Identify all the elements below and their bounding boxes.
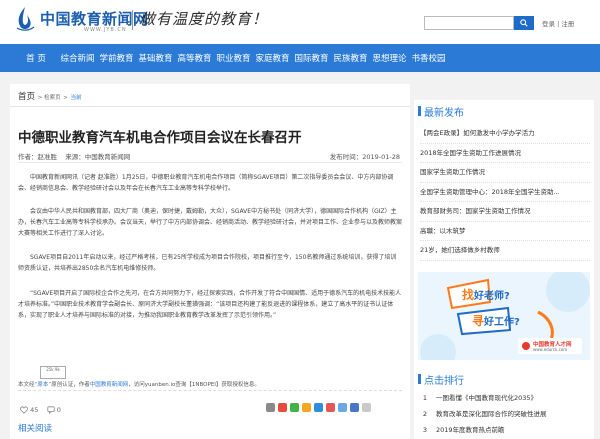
page-title: 中德职业教育汽车机电合作项目会议在长春召开 bbox=[18, 130, 302, 146]
site-header: 中国教育新闻网 WWW.JYB.CN 做有温度的教育！ 登录 | 注册 bbox=[0, 0, 600, 44]
nav-item-ethnic[interactable]: 民族教育 bbox=[331, 52, 370, 64]
breadcrumb-home[interactable]: 首页 bbox=[18, 92, 35, 102]
ad-brand-url: www.edurck.com bbox=[533, 347, 568, 352]
wechat-icon[interactable] bbox=[290, 403, 299, 412]
article-paragraph: 中国教育新闻网讯（记者 赵准胜）1月25日，中德职业教育汽车机电合作项目（简称S… bbox=[18, 174, 394, 192]
breadcrumb-section[interactable]: > 检索页 bbox=[38, 95, 61, 101]
divider bbox=[18, 390, 402, 391]
copyright-tail: ，访问yuanben.io查询【1NBOPEI】获取授权信息。 bbox=[128, 382, 260, 388]
latest-list: 【两会E政录】如何激发中小学办学活力 2018年全国学生资助工作进展情况 国家学… bbox=[420, 124, 590, 261]
copyright-prefix: 本文经 bbox=[18, 382, 35, 388]
rank-list: 1 一图看懂《中国教育现代化2035》 2 教育改革是深化国际合作的突破性进展 … bbox=[420, 390, 590, 438]
main-nav: 首 页 综合新闻 学前教育 基础教育 高等教育 职业教育 家庭教育 国际教育 民… bbox=[0, 44, 600, 72]
logo-icon[interactable] bbox=[14, 6, 36, 32]
like-count: 45 bbox=[30, 406, 39, 414]
breadcrumb-current: 当前 bbox=[70, 95, 82, 101]
rank-text: 一图看懂《中国教育现代化2035》 bbox=[436, 394, 538, 402]
copyright-stamp: 25k 9k bbox=[40, 366, 66, 379]
nav-item-campus[interactable]: 书香校园 bbox=[409, 52, 448, 64]
ad-line-2: 好老师? bbox=[474, 291, 510, 302]
article-date: 发布时间：2019-01-28 bbox=[329, 153, 400, 161]
article-actions: 45 0 bbox=[20, 406, 61, 414]
search-input[interactable] bbox=[424, 16, 514, 30]
comment-icon[interactable] bbox=[47, 406, 55, 414]
logo-url: WWW.JYB.CN bbox=[84, 27, 127, 33]
separator: | bbox=[557, 20, 560, 28]
copyright-brand[interactable]: “原本” bbox=[35, 382, 52, 388]
heading-accent bbox=[418, 106, 421, 116]
search-button[interactable] bbox=[514, 16, 534, 30]
rank-number: 3 bbox=[422, 426, 428, 434]
rank-heading: 点击排行 bbox=[414, 368, 594, 388]
rank-text: 教育改革是深化国际合作的突破性进展 bbox=[436, 410, 547, 418]
auth-links: 登录 | 注册 bbox=[542, 18, 574, 28]
slogan: 做有温度的教育！ bbox=[140, 10, 269, 28]
nav-item-higher[interactable]: 高等教育 bbox=[175, 52, 214, 64]
rank-item[interactable]: 2 教育改革是深化国际合作的突破性进展 bbox=[420, 406, 590, 422]
nav-item-basic[interactable]: 基础教育 bbox=[136, 52, 175, 64]
article-panel: 首页 > 检索页 > 当前 中德职业教育汽车机电合作项目会议在长春召开 作者：赵… bbox=[10, 84, 410, 439]
search-icon bbox=[520, 19, 528, 27]
tencent-weibo-icon[interactable] bbox=[338, 403, 347, 412]
breadcrumb-sep: > bbox=[63, 95, 68, 101]
nav-item-news[interactable]: 综合新闻 bbox=[58, 52, 97, 64]
nav-item-preschool[interactable]: 学前教育 bbox=[97, 52, 136, 64]
list-item[interactable]: 【两会E政录】如何激发中小学办学活力 bbox=[420, 124, 590, 144]
heading-accent bbox=[418, 374, 421, 384]
latest-heading: 最新发布 bbox=[414, 100, 594, 120]
list-item[interactable]: 教育部财务司：国家学生资助工作情况 bbox=[420, 202, 590, 222]
ad-line-3: 寻 bbox=[472, 314, 485, 328]
nav-item-international[interactable]: 国际教育 bbox=[292, 52, 331, 64]
article-paragraph: SGAVE项目自2011年启动以来，经过严格考核，已有25所学校成为项目合作院校… bbox=[18, 254, 397, 272]
rank-item[interactable]: 3 2019年度教育热点前瞻 bbox=[420, 422, 590, 438]
nav-item-vocational[interactable]: 职业教育 bbox=[214, 52, 253, 64]
list-item[interactable]: 21岁，她们选择做乡村教师 bbox=[420, 241, 590, 261]
divider bbox=[18, 162, 402, 163]
rank-number: 2 bbox=[422, 410, 428, 418]
login-link[interactable]: 登录 bbox=[542, 20, 555, 28]
article-paragraph: “SGAVE项目开启了国际校企合作之先河，在合方共同努力下，经过探索实践，合作开… bbox=[18, 290, 402, 319]
copyright-author[interactable]: 中国教育新闻网 bbox=[90, 382, 129, 388]
list-item[interactable]: 2018年全国学生资助工作进展情况 bbox=[420, 144, 590, 163]
sidebar: 最新发布 【两会E政录】如何激发中小学办学活力 2018年全国学生资助工作进展情… bbox=[414, 100, 594, 439]
renren-icon[interactable] bbox=[350, 403, 359, 412]
copyright-mid: 原创认证，作者 bbox=[51, 382, 90, 388]
rank-item[interactable]: 1 一图看懂《中国教育现代化2035》 bbox=[420, 390, 590, 406]
recruit-ad-banner[interactable]: 找好老师? 寻好工作? 中国教育人才网 www.edurck.com bbox=[418, 272, 590, 360]
article-author: 作者：赵准胜 bbox=[18, 153, 57, 161]
article-meta: 作者：赵准胜 来源：中国教育新闻网 bbox=[18, 151, 130, 161]
rank-title: 点击排行 bbox=[424, 376, 464, 387]
list-item[interactable]: 国家学生资助工作情况 bbox=[420, 163, 590, 183]
related-reading-heading: 相关阅读 bbox=[18, 424, 53, 434]
rank-text: 2019年度教育热点前瞻 bbox=[436, 426, 505, 434]
list-item[interactable]: 高職：以木筑梦 bbox=[420, 222, 590, 241]
like-icon[interactable] bbox=[20, 406, 28, 414]
register-link[interactable]: 注册 bbox=[561, 20, 574, 28]
qzone-icon[interactable] bbox=[302, 403, 311, 412]
latest-title: 最新发布 bbox=[424, 108, 464, 119]
nav-item-theory[interactable]: 思想理论 bbox=[370, 52, 409, 64]
douban-icon[interactable] bbox=[326, 403, 335, 412]
list-item[interactable]: 全国学生资助管理中心：2018年全国学生资助... bbox=[420, 183, 590, 202]
article-paragraph: 会议由中华人民共和国教育部，四大厂商（奥迪，保时捷，戴姆勒，大众），SGAVE中… bbox=[18, 208, 403, 237]
divider bbox=[132, 10, 133, 30]
article-source: 来源：中国教育新闻网 bbox=[65, 153, 131, 161]
share-icon[interactable] bbox=[266, 403, 275, 412]
qq-icon[interactable] bbox=[314, 403, 323, 412]
share-bar bbox=[266, 403, 371, 412]
breadcrumb: 首页 > 检索页 > 当前 bbox=[18, 90, 82, 102]
more-share-icon[interactable] bbox=[362, 403, 371, 412]
ad-line-4: 好工作? bbox=[484, 317, 520, 328]
weibo-icon[interactable] bbox=[278, 403, 287, 412]
comment-count: 0 bbox=[56, 406, 61, 414]
rank-number: 1 bbox=[422, 394, 428, 402]
nav-item-family[interactable]: 家庭教育 bbox=[253, 52, 292, 64]
ad-line-1: 找 bbox=[462, 288, 475, 302]
nav-item-home[interactable]: 首 页 bbox=[14, 52, 58, 64]
copyright-notice: 本文经“原本”原创认证，作者中国教育新闻网，访问yuanben.io查询【1NB… bbox=[18, 380, 260, 388]
divider bbox=[10, 106, 410, 107]
